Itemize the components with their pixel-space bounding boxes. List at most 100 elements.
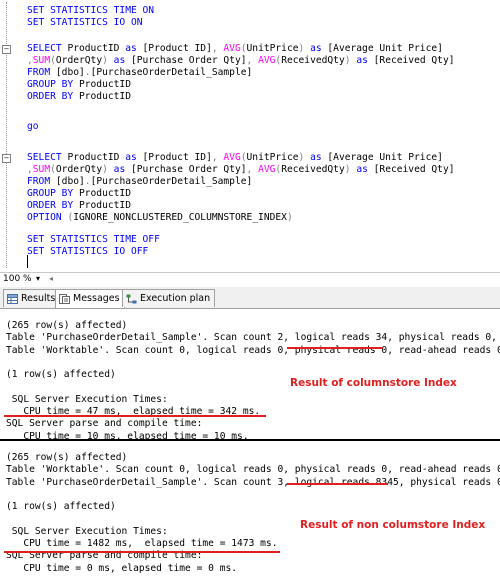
message-line: Table 'Worktable'. Scan count 0, logical… — [6, 344, 500, 356]
message-line: CPU time = 1482 ms, elapsed time = 1473 … — [6, 538, 278, 550]
code-line[interactable]: GROUP BY ProductID — [27, 188, 131, 200]
code-token: [Product ID] — [142, 152, 212, 163]
code-token: GROUP BY — [27, 79, 79, 90]
code-token: ProductID — [78, 91, 131, 102]
execution-plan-icon — [126, 293, 137, 303]
code-token: ) — [344, 164, 357, 175]
highlight-logical-reads-1 — [287, 347, 383, 349]
code-token: ) — [298, 43, 311, 54]
code-line[interactable]: ORDER BY ProductID — [27, 91, 131, 103]
code-line[interactable]: SET STATISTICS IO OFF — [27, 246, 148, 258]
code-token: ) — [102, 55, 114, 66]
code-token: ProductID — [78, 200, 131, 211]
code-token: as — [125, 152, 143, 163]
message-line: (265 row(s) affected) — [6, 320, 128, 331]
messages-pane: (265 row(s) affected) Table 'PurchaseOrde… — [0, 309, 500, 580]
code-token: [Received Qty] — [373, 164, 455, 175]
code-line[interactable]: ,SUM(OrderQty) as [Purchase Order Qty], … — [27, 164, 455, 176]
message-line: CPU time = 0 ms, elapsed time = 0 ms. — [6, 562, 238, 574]
message-line: Table 'Worktable'. Scan count 0, logical… — [6, 464, 500, 476]
code-line[interactable]: SELECT ProductID as [Product ID], AVG(Un… — [27, 152, 443, 164]
code-token: SET STATISTICS TIME — [27, 234, 143, 245]
code-token: ReceivedQty — [281, 164, 345, 175]
code-line[interactable]: SET STATISTICS TIME OFF — [27, 234, 160, 246]
code-token: [dbo] — [55, 176, 85, 187]
code-token: IGNORE_NONCLUSTERED_COLUMNSTORE_INDEX — [73, 212, 287, 223]
code-token: UnitPrice — [246, 152, 299, 163]
code-token: SELECT — [27, 152, 68, 163]
code-token: [Average Unit Price] — [327, 43, 443, 54]
code-token: OrderQty — [55, 55, 103, 66]
code-token: , — [211, 152, 224, 163]
code-line[interactable]: go — [27, 121, 39, 133]
collapse-query2-icon[interactable]: − — [2, 154, 11, 163]
code-token: SELECT — [27, 43, 68, 54]
code-token: ) — [344, 55, 357, 66]
code-token: as — [125, 43, 143, 54]
code-token: [dbo] — [55, 67, 85, 78]
code-token: AVG — [258, 55, 276, 66]
code-token: AVG — [223, 43, 241, 54]
code-token: ProductID — [78, 79, 131, 90]
code-token: OFF — [130, 246, 149, 257]
outline-gutter — [6, 2, 7, 268]
query-editor[interactable]: − − SET STATISTICS TIME ON SET STATISTICS… — [0, 0, 500, 272]
code-line[interactable]: SET STATISTICS IO ON — [27, 17, 143, 29]
section-divider — [0, 439, 500, 441]
code-token: [Average Unit Price] — [327, 152, 443, 163]
tab-results[interactable]: Results — [3, 289, 61, 307]
text-cursor — [27, 255, 28, 268]
code-token: OPTION — [27, 212, 68, 223]
code-line[interactable]: FROM [dbo].[PurchaseOrderDetail_Sample] — [27, 176, 252, 188]
annotation-non-columnstore: Result of non columstore Index — [300, 519, 486, 531]
message-line: SQL Server Execution Times: — [6, 393, 168, 405]
code-token: , — [246, 164, 259, 175]
code-token: [Purchase Order Qty] — [131, 55, 247, 66]
code-token: ProductID — [67, 152, 126, 163]
code-token: UnitPrice — [246, 43, 299, 54]
scroll-left-icon[interactable]: ◂ — [49, 274, 53, 283]
code-token: ProductID — [78, 188, 131, 199]
code-token: GROUP BY — [27, 188, 79, 199]
code-line[interactable]: SET STATISTICS TIME ON — [27, 5, 154, 17]
message-line: SQL Server Execution Times: — [6, 525, 168, 537]
code-token: [Received Qty] — [373, 55, 455, 66]
tab-messages[interactable]: Messages — [55, 289, 125, 308]
code-token: SET STATISTICS IO — [27, 246, 131, 257]
collapse-query1-icon[interactable]: − — [2, 45, 11, 54]
code-line[interactable]: ,SUM(OrderQty) as [Purchase Order Qty], … — [27, 55, 455, 67]
code-token: ) — [286, 212, 293, 223]
code-token: SET STATISTICS IO — [27, 17, 131, 28]
code-token: [Product ID] — [142, 43, 212, 54]
code-token: as — [113, 164, 131, 175]
code-token: [PurchaseOrderDetail_Sample] — [90, 67, 253, 78]
code-token: ORDER BY — [27, 200, 79, 211]
tab-execution-plan[interactable]: Execution plan — [122, 289, 216, 307]
code-token: ReceivedQty — [281, 55, 345, 66]
zoom-level[interactable]: 100 % — [3, 274, 32, 284]
code-token: ) — [298, 152, 311, 163]
code-token: SUM — [32, 164, 51, 175]
messages-icon — [59, 293, 70, 304]
code-token: [PurchaseOrderDetail_Sample] — [90, 176, 253, 187]
dropdown-arrow-icon[interactable]: ▾ — [36, 274, 40, 283]
tab-results-label: Results — [21, 293, 56, 304]
code-line[interactable]: OPTION (IGNORE_NONCLUSTERED_COLUMNSTORE_… — [27, 212, 293, 224]
code-token: , — [246, 55, 259, 66]
code-token: FROM — [27, 176, 56, 187]
code-token: ) — [102, 164, 114, 175]
message-line: (265 row(s) affected) — [6, 452, 128, 463]
code-line[interactable]: GROUP BY ProductID — [27, 79, 131, 91]
message-line: Table 'PurchaseOrderDetail_Sample'. Scan… — [6, 476, 500, 488]
results-tab-bar: Results Messages Execution plan — [0, 287, 500, 309]
code-token: FROM — [27, 67, 56, 78]
code-line[interactable]: SELECT ProductID as [Product ID], AVG(Un… — [27, 43, 443, 55]
highlight-exec-times-2 — [4, 551, 280, 553]
code-token: as — [310, 152, 328, 163]
code-token: as — [356, 164, 374, 175]
code-line[interactable]: ORDER BY ProductID — [27, 200, 131, 212]
code-line[interactable]: FROM [dbo].[PurchaseOrderDetail_Sample] — [27, 67, 252, 79]
code-token: AVG — [258, 164, 276, 175]
message-line: (1 row(s) affected) — [6, 501, 116, 513]
annotation-columnstore: Result of columnstore Index — [290, 377, 457, 389]
